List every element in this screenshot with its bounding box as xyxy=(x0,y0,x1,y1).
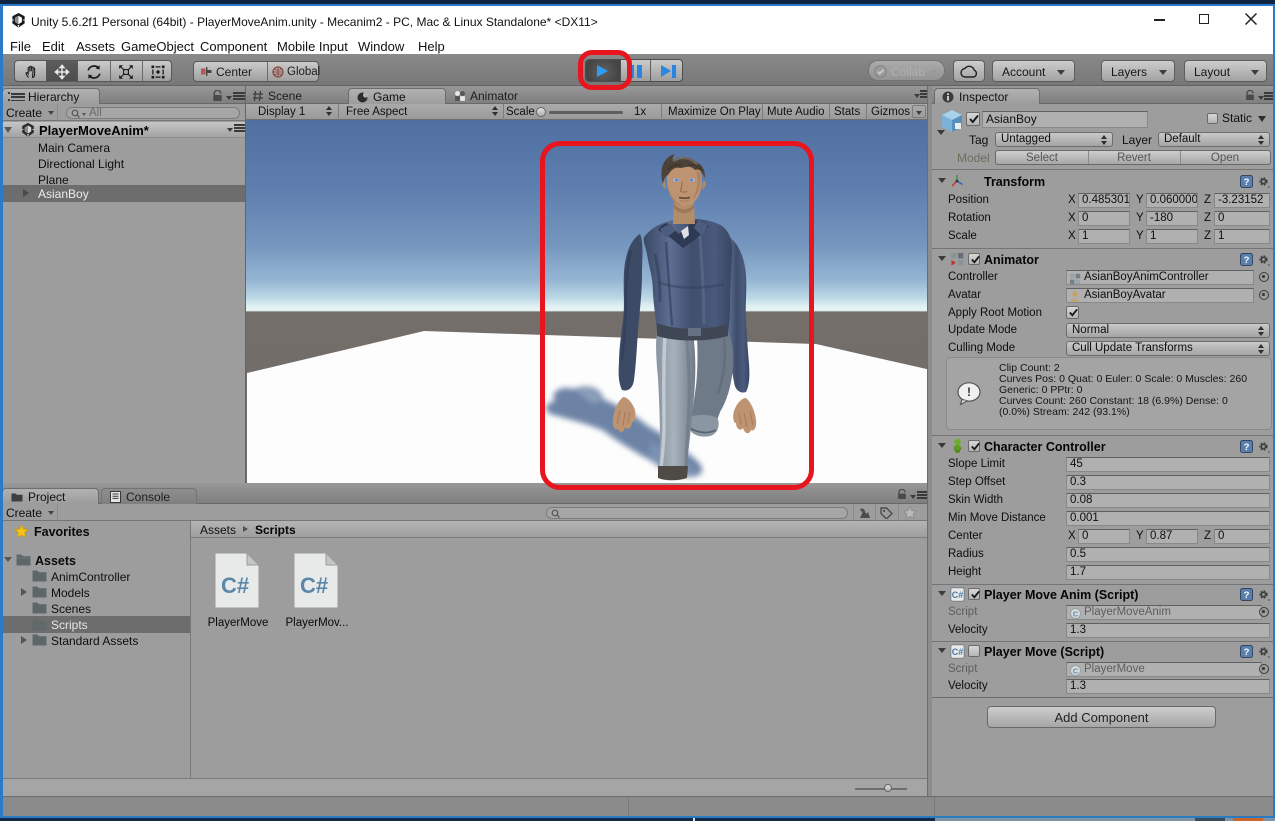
svg-text:C#: C# xyxy=(221,573,249,598)
svg-text:C: C xyxy=(1073,666,1079,675)
svg-text:C#: C# xyxy=(300,573,328,598)
svg-text:?: ? xyxy=(1244,177,1250,188)
svg-text:!: ! xyxy=(967,385,971,399)
svg-text:?: ? xyxy=(1244,647,1250,658)
svg-text:C#: C# xyxy=(952,590,964,600)
svg-text:C#: C# xyxy=(952,647,964,657)
svg-text:?: ? xyxy=(1244,442,1250,453)
svg-text:C: C xyxy=(1073,609,1079,618)
svg-text:?: ? xyxy=(1244,255,1250,266)
svg-text:?: ? xyxy=(1244,590,1250,601)
